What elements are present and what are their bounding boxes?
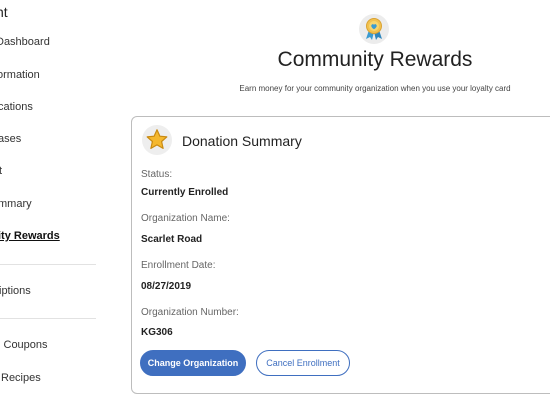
organization-name-value: Scarlet Road <box>141 234 203 245</box>
organization-name-label: Organization Name: <box>141 213 230 224</box>
award-ribbon-icon <box>359 14 389 44</box>
card-title: Donation Summary <box>182 133 302 149</box>
sidebar-item-subscriptions[interactable]: iptions <box>0 285 31 297</box>
sidebar-item-cropped[interactable]: t <box>0 165 2 177</box>
sidebar-item-information[interactable]: ormation <box>0 69 40 81</box>
sidebar-divider <box>0 318 96 319</box>
organization-number-label: Organization Number: <box>141 307 239 318</box>
sidebar-title: nt <box>0 4 8 20</box>
sidebar-item-summary[interactable]: mmary <box>0 198 32 210</box>
sidebar-nav: nt Dashboard ormation cations ases t mma… <box>0 0 120 400</box>
enrollment-date-value: 08/27/2019 <box>141 281 192 292</box>
enrollment-date-label: Enrollment Date: <box>141 260 216 271</box>
sidebar-item-communications[interactable]: cations <box>0 101 33 113</box>
sidebar-item-digital-coupons[interactable]: l Coupons <box>0 339 48 351</box>
sidebar-divider <box>0 264 96 265</box>
star-icon <box>142 125 172 155</box>
status-value: Currently Enrolled <box>141 187 229 198</box>
page-subtitle: Earn money for your community organizati… <box>239 84 511 93</box>
change-organization-button[interactable]: Change Organization <box>140 350 246 376</box>
organization-number-value: KG306 <box>141 327 173 338</box>
sidebar-item-recipes[interactable]: Recipes <box>1 372 41 384</box>
sidebar-item-community-rewards[interactable]: ity Rewards <box>0 230 60 242</box>
cancel-enrollment-button[interactable]: Cancel Enrollment <box>256 350 350 376</box>
sidebar-item-purchases[interactable]: ases <box>0 133 21 145</box>
status-label: Status: <box>141 169 173 180</box>
page-title: Community Rewards <box>277 48 473 71</box>
donation-summary-card: Donation Summary Status: Currently Enrol… <box>131 116 550 394</box>
sidebar-item-dashboard[interactable]: Dashboard <box>0 36 50 48</box>
